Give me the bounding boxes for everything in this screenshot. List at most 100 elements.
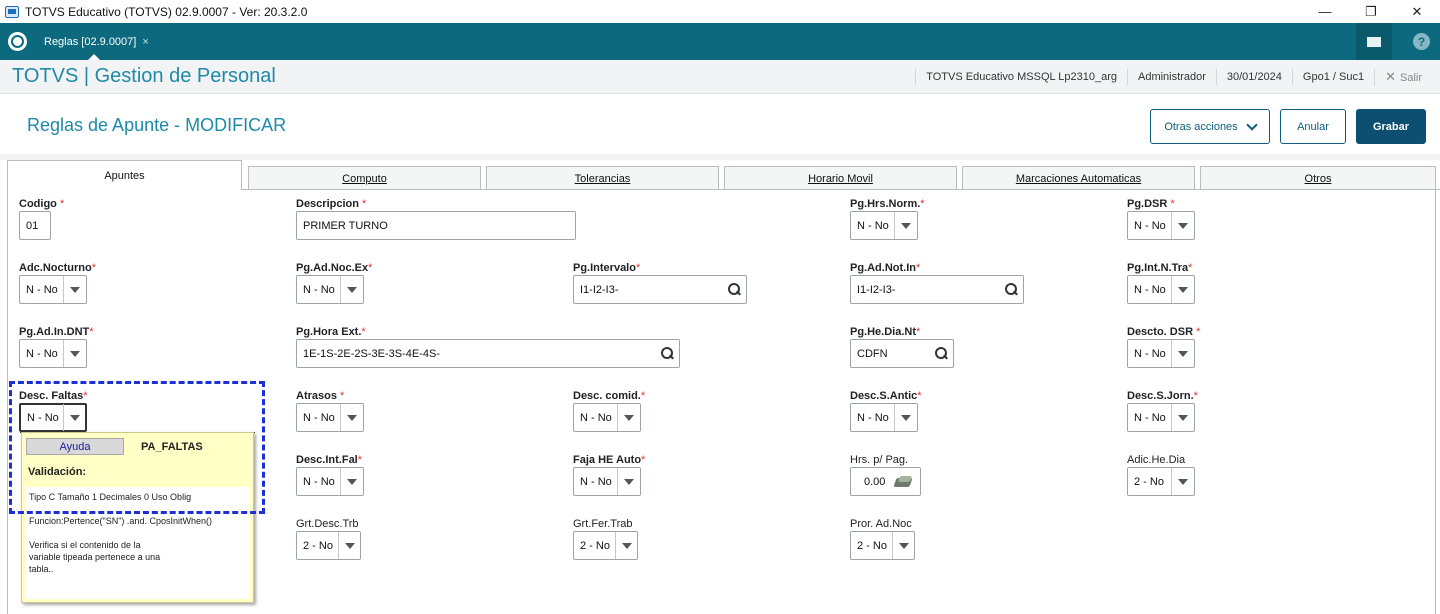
close-window-button[interactable]: ✕: [1394, 0, 1440, 23]
tab-otros[interactable]: Otros: [1200, 166, 1436, 190]
pror-ad-noc-value: 2 - No: [857, 539, 887, 552]
module-title: TOTVS | Gestion de Personal: [12, 65, 276, 87]
save-button[interactable]: Grabar: [1356, 109, 1426, 144]
pg-int-n-tra-label: Pg.Int.N.Tra*: [1127, 262, 1193, 274]
descripcion-input[interactable]: PRIMER TURNO: [296, 211, 576, 240]
adic-he-dia-select[interactable]: 2 - No: [1127, 467, 1195, 496]
hrs-p-pag-value: 0.00: [864, 475, 886, 488]
chevron-down-icon: [1246, 118, 1258, 131]
codigo-input[interactable]: 01: [19, 211, 51, 240]
exit-button[interactable]: ✕ Salir: [1374, 68, 1440, 86]
tab-computo[interactable]: Computo: [248, 166, 481, 190]
dropdown-arrow-icon[interactable]: [338, 532, 360, 559]
faja-he-auto-select[interactable]: N - No: [573, 467, 641, 496]
desc-s-jorn-select[interactable]: N - No: [1127, 403, 1195, 432]
dropdown-arrow-icon[interactable]: [894, 404, 917, 431]
desc-int-fal-label: Desc.Int.Fal*: [296, 454, 363, 466]
hrs-p-pag-label: Hrs. p/ Pag.: [850, 454, 909, 466]
document-tab-label: Reglas [02.9.0007]: [44, 35, 137, 48]
desc-s-antic-value: N - No: [857, 411, 889, 424]
dropdown-arrow-icon[interactable]: [892, 532, 914, 559]
pg-ad-not-in-input[interactable]: I1-I2-I3-: [850, 275, 1024, 304]
dropdown-arrow-icon[interactable]: [63, 276, 86, 303]
tab-marcaciones-automaticas[interactable]: Marcaciones Automaticas: [962, 166, 1195, 190]
pg-hrs-norm-select[interactable]: N - No: [850, 211, 918, 240]
pg-intervalo-value: I1-I2-I3-: [580, 283, 619, 296]
validation-desc-line: tabla..: [29, 564, 54, 574]
dropdown-arrow-icon[interactable]: [340, 468, 363, 495]
help-button[interactable]: Ayuda: [26, 438, 124, 455]
pg-ad-not-in-value: I1-I2-I3-: [857, 283, 896, 296]
adc-nocturno-select[interactable]: N - No: [19, 275, 87, 304]
faja-he-auto-value: N - No: [580, 475, 612, 488]
date-label: 30/01/2024: [1215, 69, 1292, 85]
pg-ad-noc-ex-select[interactable]: N - No: [296, 275, 364, 304]
window-titlebar: TOTVS Educativo (TOTVS) 02.9.0007 - Ver:…: [0, 0, 1440, 23]
dropdown-arrow-icon[interactable]: [1171, 212, 1194, 239]
dropdown-arrow-icon[interactable]: [63, 340, 86, 367]
grt-fer-trab-select[interactable]: 2 - No: [573, 531, 638, 560]
dropdown-arrow-icon[interactable]: [1171, 468, 1194, 495]
pg-ad-noc-ex-label: Pg.Ad.Noc.Ex*: [296, 262, 373, 274]
dropdown-arrow-icon[interactable]: [617, 404, 640, 431]
restore-button[interactable]: ❐: [1348, 0, 1394, 23]
tab-horario-movil[interactable]: Horario Movil: [724, 166, 957, 190]
desc-s-antic-select[interactable]: N - No: [850, 403, 918, 432]
pg-dsr-label: Pg.DSR *: [1127, 198, 1175, 210]
dropdown-arrow-icon[interactable]: [1171, 276, 1194, 303]
search-icon[interactable]: [661, 347, 673, 359]
dropdown-arrow-icon[interactable]: [617, 468, 640, 495]
tab-apuntes[interactable]: Apuntes: [7, 160, 242, 190]
other-actions-button[interactable]: Otras acciones: [1150, 109, 1270, 144]
pg-int-n-tra-select[interactable]: N - No: [1127, 275, 1195, 304]
session-info: TOTVS Educativo MSSQL Lp2310_arg Adminis…: [915, 60, 1440, 94]
pg-int-n-tra-value: N - No: [1134, 283, 1166, 296]
faja-he-auto-label: Faja HE Auto*: [573, 454, 646, 466]
window-controls: — ❐ ✕: [1302, 0, 1440, 23]
desc-int-fal-select[interactable]: N - No: [296, 467, 364, 496]
codigo-label: Codigo *: [19, 198, 65, 210]
validation-function-line: Funcion:Pertence("SN") .and. CposInitWhe…: [29, 516, 212, 526]
atrasos-select[interactable]: N - No: [296, 403, 364, 432]
pg-hora-ext-input[interactable]: 1E-1S-2E-2S-3E-3S-4E-4S-: [296, 339, 680, 368]
pg-intervalo-label: Pg.Intervalo*: [573, 262, 641, 274]
mail-button[interactable]: [1356, 23, 1392, 60]
validation-desc-line: Verifica si el contenido de la: [29, 540, 141, 550]
dropdown-arrow-icon[interactable]: [63, 404, 85, 431]
dropdown-arrow-icon[interactable]: [1171, 340, 1194, 367]
document-tab[interactable]: Reglas [02.9.0007] ×: [36, 23, 157, 60]
search-icon[interactable]: [935, 347, 947, 359]
pg-ad-in-dnt-select[interactable]: N - No: [19, 339, 87, 368]
dropdown-arrow-icon[interactable]: [340, 404, 363, 431]
help-icon[interactable]: ?: [1413, 33, 1430, 50]
desc-s-antic-label: Desc.S.Antic*: [850, 390, 922, 402]
hrs-p-pag-input[interactable]: 0.00: [850, 467, 921, 496]
minimize-button[interactable]: —: [1302, 0, 1348, 23]
dropdown-arrow-icon[interactable]: [1171, 404, 1194, 431]
desc-comid-select[interactable]: N - No: [573, 403, 641, 432]
window-title: TOTVS Educativo (TOTVS) 02.9.0007 - Ver:…: [25, 4, 308, 19]
pg-intervalo-input[interactable]: I1-I2-I3-: [573, 275, 747, 304]
calculator-icon[interactable]: [895, 475, 913, 489]
cancel-button[interactable]: Anular: [1280, 109, 1346, 144]
desc-faltas-select[interactable]: N - No: [19, 403, 87, 432]
grt-desc-trb-select[interactable]: 2 - No: [296, 531, 361, 560]
pg-he-dia-nt-input[interactable]: CDFN: [850, 339, 954, 368]
pg-dsr-select[interactable]: N - No: [1127, 211, 1195, 240]
validation-details: Tipo C Tamaño 1 Decimales 0 Uso Oblig Fu…: [26, 487, 250, 599]
close-tab-icon[interactable]: ×: [142, 36, 148, 48]
pg-hrs-norm-value: N - No: [857, 219, 889, 232]
app-icon: [5, 5, 19, 18]
search-icon[interactable]: [1005, 283, 1017, 295]
dropdown-arrow-icon[interactable]: [615, 532, 637, 559]
dropdown-arrow-icon[interactable]: [340, 276, 363, 303]
pror-ad-noc-select[interactable]: 2 - No: [850, 531, 915, 560]
totvs-logo-icon[interactable]: [8, 32, 27, 51]
pg-hora-ext-label: Pg.Hora Ext.*: [296, 326, 366, 338]
descto-dsr-select[interactable]: N - No: [1127, 339, 1195, 368]
dropdown-arrow-icon[interactable]: [894, 212, 917, 239]
grt-fer-trab-value: 2 - No: [580, 539, 610, 552]
tab-tolerancias[interactable]: Tolerancias: [486, 166, 719, 190]
pg-ad-in-dnt-label: Pg.Ad.In.DNT*: [19, 326, 94, 338]
search-icon[interactable]: [728, 283, 740, 295]
